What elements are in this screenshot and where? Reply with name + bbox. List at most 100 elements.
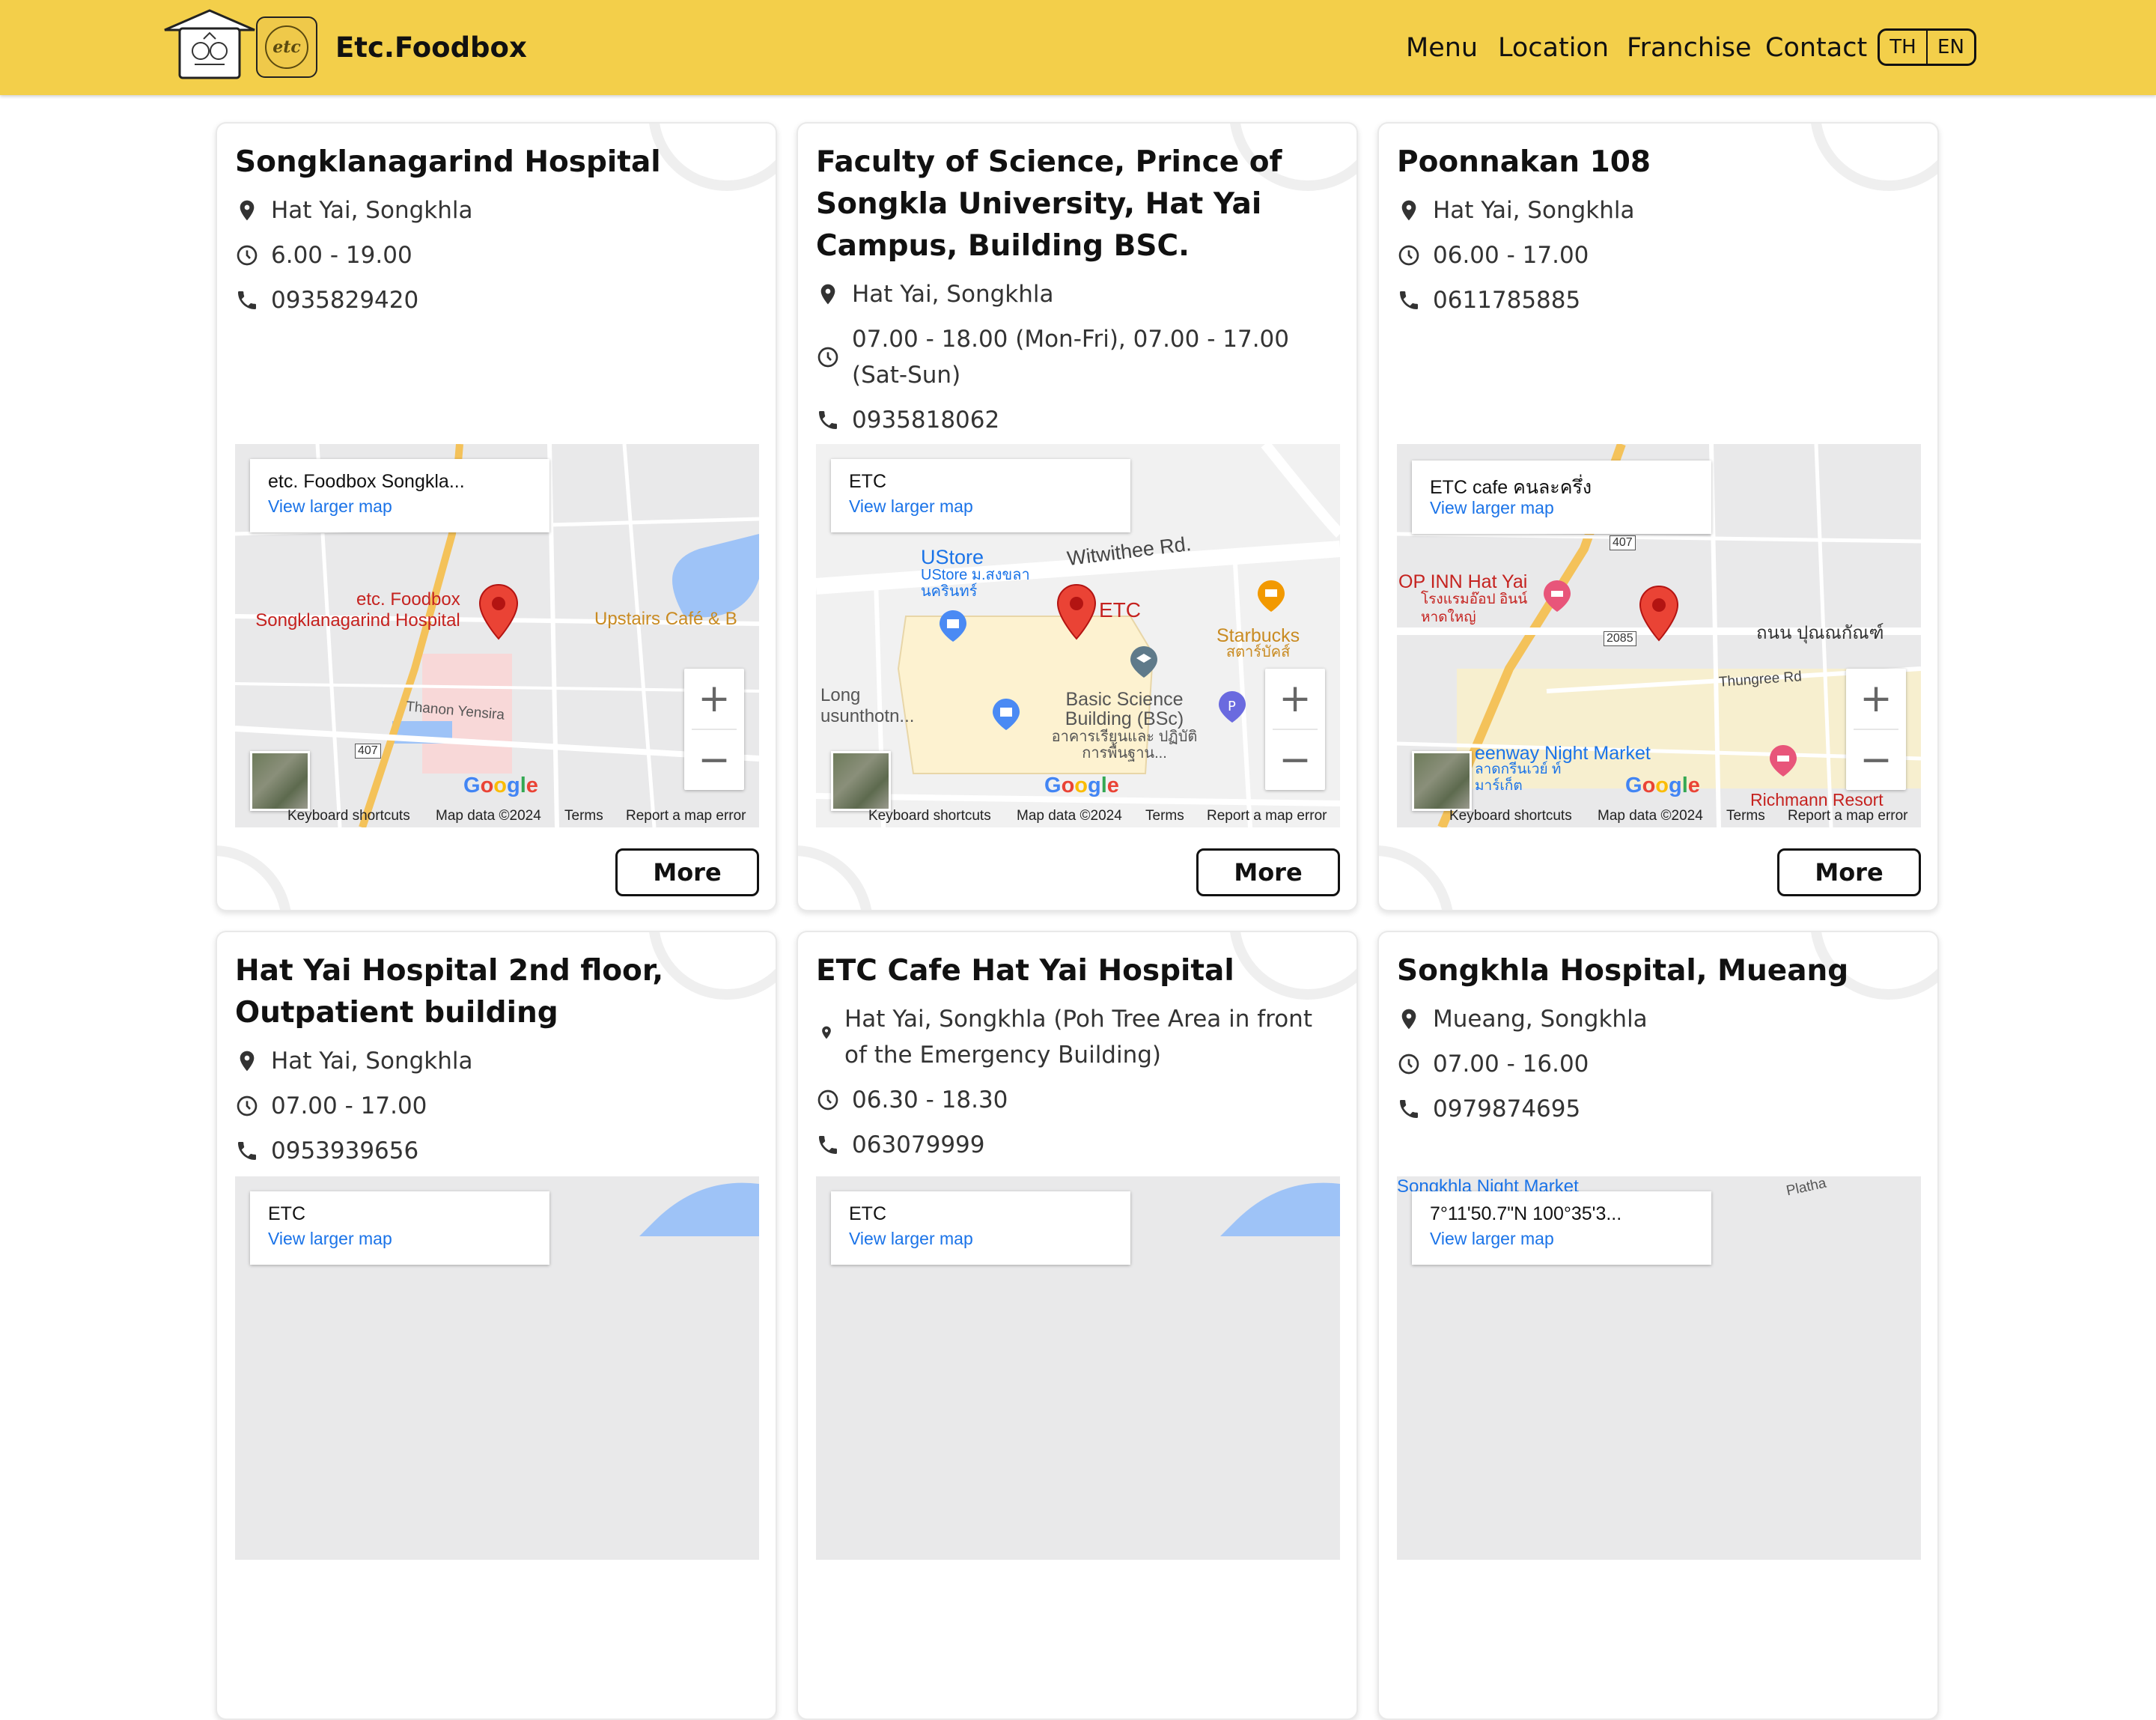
hours-text: 06.00 - 17.00 bbox=[1433, 242, 1589, 269]
phone-icon bbox=[238, 1142, 256, 1160]
map-place-label: ETC bbox=[1099, 598, 1141, 622]
phone-text[interactable]: 0935818062 bbox=[852, 402, 1346, 438]
map-pin-icon[interactable] bbox=[1638, 585, 1680, 642]
hours-text: 07.00 - 18.00 (Mon-Fri), 07.00 - 17.00 (… bbox=[852, 326, 1290, 389]
keyboard-shortcuts-link[interactable]: Keyboard shortcuts bbox=[1449, 808, 1572, 824]
more-button[interactable]: More bbox=[1777, 848, 1921, 896]
brand-name[interactable]: Etc.Foodbox bbox=[335, 31, 527, 64]
nav-location[interactable]: Location bbox=[1498, 33, 1609, 63]
etc-logo-mark: etc bbox=[265, 25, 308, 69]
terms-link[interactable]: Terms bbox=[564, 808, 603, 824]
location-card: ETC Cafe Hat Yai Hospital Hat Yai, Songk… bbox=[797, 931, 1358, 1720]
map-data-label: Map data ©2024 bbox=[1017, 808, 1122, 824]
hotel-icon bbox=[1770, 745, 1797, 777]
map-place-label: Starbucks สตาร์บัคส์ bbox=[1216, 625, 1300, 661]
satellite-toggle[interactable] bbox=[831, 751, 891, 811]
view-larger-map-link[interactable]: View larger map bbox=[849, 496, 973, 517]
map-place-name: ETC bbox=[268, 1203, 305, 1224]
nav-menu[interactable]: Menu bbox=[1406, 33, 1478, 63]
zoom-in-button[interactable]: + bbox=[1265, 669, 1325, 729]
location-text: Hat Yai, Songkhla bbox=[271, 197, 473, 224]
keyboard-shortcuts-link[interactable]: Keyboard shortcuts bbox=[868, 808, 991, 824]
phone-text[interactable]: 063079999 bbox=[852, 1127, 1346, 1163]
map-attribution: Keyboard shortcuts Map data ©2024 Terms … bbox=[235, 805, 759, 827]
embedded-map[interactable]: etc. Foodbox Songklanagarind Hospital Up… bbox=[235, 444, 759, 827]
map-route-shield: 407 bbox=[1610, 535, 1636, 550]
satellite-toggle[interactable] bbox=[1412, 751, 1472, 811]
location-text: Mueang, Songkhla bbox=[1433, 1006, 1648, 1033]
map-pin-icon[interactable] bbox=[1056, 583, 1097, 640]
clock-icon bbox=[817, 1090, 838, 1110]
pin-icon bbox=[1401, 200, 1416, 221]
view-larger-map-link[interactable]: View larger map bbox=[849, 1229, 973, 1249]
map-zoom-control: + − bbox=[684, 669, 744, 790]
location-text: Hat Yai, Songkhla bbox=[271, 1048, 473, 1075]
zoom-out-button[interactable]: − bbox=[1846, 730, 1906, 790]
more-button[interactable]: More bbox=[1196, 848, 1340, 896]
decor-circle bbox=[217, 845, 292, 910]
report-map-error-link[interactable]: Report a map error bbox=[1207, 808, 1327, 824]
lang-th-button[interactable]: TH bbox=[1880, 31, 1928, 64]
school-icon bbox=[1130, 646, 1157, 678]
house-logo[interactable] bbox=[162, 9, 258, 79]
location-text: Hat Yai, Songkhla (Poh Tree Area in fron… bbox=[844, 1006, 1312, 1069]
embedded-map[interactable]: UStore UStore ม.สงขลา นครินทร์ Witwithee… bbox=[816, 444, 1340, 827]
view-larger-map-link[interactable]: View larger map bbox=[268, 1229, 392, 1249]
view-larger-map-link[interactable]: View larger map bbox=[268, 496, 392, 517]
view-larger-map-link[interactable]: View larger map bbox=[1430, 498, 1554, 518]
hotel-icon bbox=[1544, 580, 1571, 612]
zoom-in-button[interactable]: + bbox=[684, 669, 744, 729]
map-place-label: etc. Foodbox Songklanagarind Hospital bbox=[255, 589, 460, 630]
nav-franchise[interactable]: Franchise bbox=[1627, 33, 1752, 63]
phone-icon bbox=[819, 1136, 837, 1154]
terms-link[interactable]: Terms bbox=[1726, 808, 1765, 824]
map-place-label: Long usunthotn... bbox=[820, 685, 915, 726]
hours-text: 07.00 - 17.00 bbox=[271, 1093, 427, 1119]
map-route-shield: 407 bbox=[355, 744, 381, 759]
embedded-map[interactable]: ETC View larger map bbox=[235, 1176, 759, 1560]
embedded-map[interactable]: OP INN Hat Yai โรงแรมอ๊อป อินน์ หาดใหญ่ … bbox=[1397, 444, 1921, 827]
location-card: Faculty of Science, Prince of Songkla Un… bbox=[797, 122, 1358, 911]
clock-icon bbox=[817, 347, 838, 368]
nav-contact[interactable]: Contact bbox=[1765, 33, 1867, 63]
terms-link[interactable]: Terms bbox=[1145, 808, 1184, 824]
location-card: Poonnakan 108 Hat Yai, Songkhla 06.00 - … bbox=[1377, 122, 1939, 911]
pin-icon bbox=[820, 284, 835, 305]
map-place-name: 7°11'50.7"N 100°35'3... bbox=[1430, 1203, 1622, 1224]
card-title: ETC Cafe Hat Yai Hospital bbox=[816, 954, 1234, 988]
hours-text: 07.00 - 16.00 bbox=[1433, 1051, 1589, 1078]
cafe-icon bbox=[1258, 580, 1285, 612]
map-place-name: ETC bbox=[849, 1203, 886, 1224]
phone-text[interactable]: 0935829420 bbox=[271, 282, 765, 318]
lang-en-button[interactable]: EN bbox=[1928, 31, 1974, 64]
zoom-out-button[interactable]: − bbox=[1265, 730, 1325, 790]
zoom-in-button[interactable]: + bbox=[1846, 669, 1906, 729]
map-place-label: eenway Night Market ลาดกรีนเวย์ ท์มาร์เก… bbox=[1475, 743, 1651, 794]
google-logo: Google bbox=[1625, 774, 1700, 797]
clock-icon bbox=[1398, 245, 1419, 266]
phone-text[interactable]: 0953939656 bbox=[271, 1133, 765, 1169]
report-map-error-link[interactable]: Report a map error bbox=[1788, 808, 1908, 824]
clock-icon bbox=[237, 245, 258, 266]
embedded-map[interactable]: ETC View larger map bbox=[816, 1176, 1340, 1560]
card-title: Faculty of Science, Prince of Songkla Un… bbox=[816, 145, 1282, 263]
report-map-error-link[interactable]: Report a map error bbox=[626, 808, 746, 824]
map-zoom-control: + − bbox=[1265, 669, 1325, 790]
phone-text[interactable]: 0611785885 bbox=[1433, 282, 1927, 318]
decor-circle bbox=[1379, 845, 1454, 910]
more-button[interactable]: More bbox=[615, 848, 759, 896]
zoom-out-button[interactable]: − bbox=[684, 730, 744, 790]
google-logo: Google bbox=[463, 774, 538, 797]
phone-text[interactable]: 0979874695 bbox=[1433, 1091, 1927, 1127]
keyboard-shortcuts-link[interactable]: Keyboard shortcuts bbox=[287, 808, 410, 824]
phone-icon bbox=[819, 411, 837, 429]
embedded-map[interactable]: Songkhla Night Market Platha 7°11'50.7"N… bbox=[1397, 1176, 1921, 1560]
etc-coffee-logo[interactable]: etc bbox=[256, 16, 317, 78]
view-larger-map-link[interactable]: View larger map bbox=[1430, 1229, 1554, 1249]
map-pin-icon[interactable] bbox=[478, 583, 520, 640]
map-info-box: ETC View larger map bbox=[250, 1191, 549, 1265]
hours-text: 06.30 - 18.30 bbox=[852, 1087, 1008, 1113]
pin-icon bbox=[240, 1051, 255, 1072]
pin-icon bbox=[1401, 1009, 1416, 1030]
satellite-toggle[interactable] bbox=[250, 751, 310, 811]
